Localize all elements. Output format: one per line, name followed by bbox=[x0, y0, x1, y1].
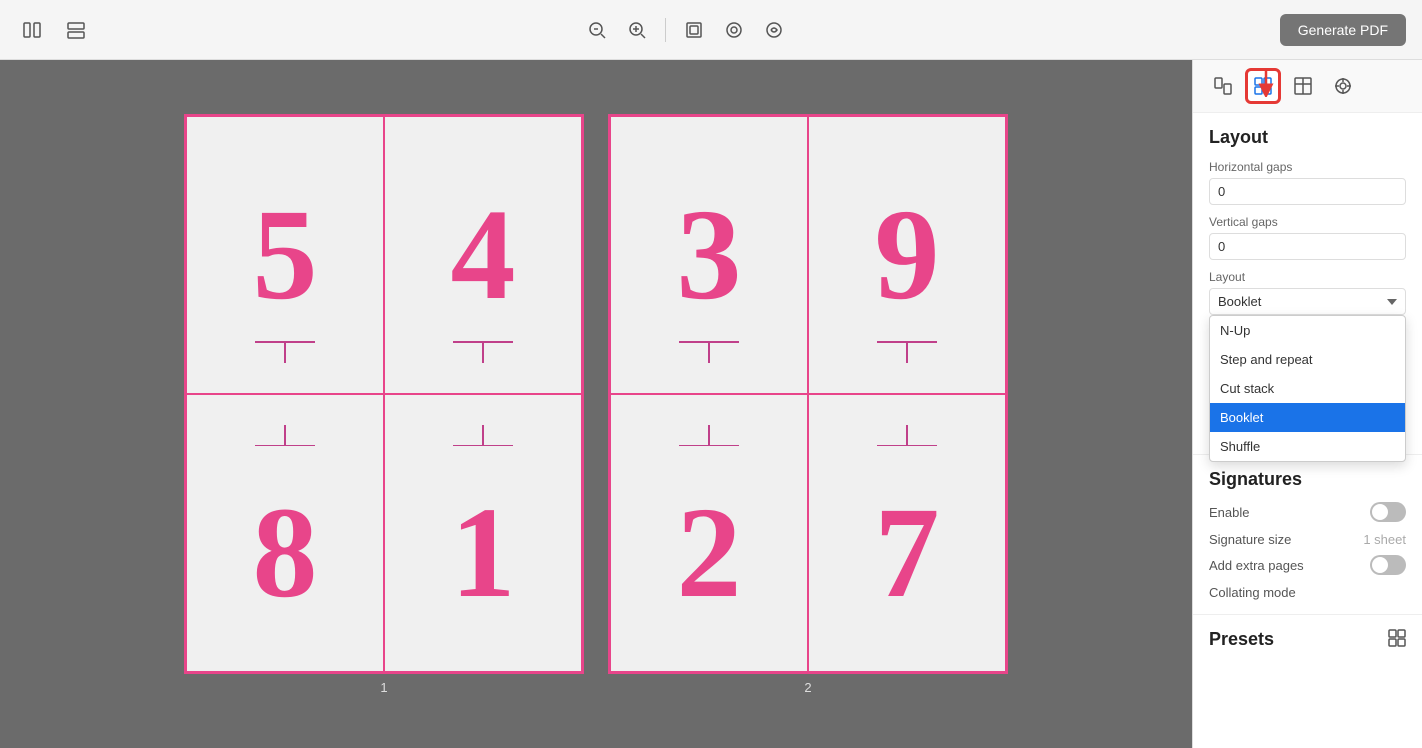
option-cut-stack[interactable]: Cut stack bbox=[1210, 374, 1405, 403]
cut-mark-bottom-3 bbox=[679, 341, 739, 363]
layout-section: Layout Horizontal gaps Vertical gaps Lay… bbox=[1193, 113, 1422, 455]
option-booklet[interactable]: Booklet bbox=[1210, 403, 1405, 432]
horiz-gaps-label: Horizontal gaps bbox=[1209, 160, 1406, 174]
cut-mark-bottom bbox=[255, 341, 315, 363]
presets-title: Presets bbox=[1209, 629, 1274, 650]
signature-size-row: Signature size 1 sheet bbox=[1209, 532, 1406, 547]
toolbar-left bbox=[16, 14, 92, 46]
tab-marks[interactable] bbox=[1325, 68, 1361, 104]
zoom-out-button[interactable] bbox=[581, 14, 613, 46]
cut-mark-top-1 bbox=[255, 425, 315, 447]
extra-pages-toggle[interactable] bbox=[1370, 555, 1406, 575]
cell-1-top-left: 5 bbox=[186, 116, 384, 394]
cell-1-top-right: 4 bbox=[384, 116, 582, 394]
signatures-title: Signatures bbox=[1209, 469, 1406, 490]
page-num-9: 9 bbox=[875, 190, 940, 320]
page-num-7: 7 bbox=[875, 488, 940, 618]
zoom-in-button[interactable] bbox=[621, 14, 653, 46]
page-2: 3 9 bbox=[608, 114, 1008, 674]
toolbar-right: Generate PDF bbox=[1280, 14, 1406, 46]
layout-dropdown-trigger[interactable]: Booklet bbox=[1209, 288, 1406, 315]
cell-2-bottom-left: 2 bbox=[610, 394, 808, 672]
signatures-section: Signatures Enable Signature size 1 sheet… bbox=[1193, 455, 1422, 615]
horiz-gaps-input[interactable] bbox=[1209, 178, 1406, 205]
rows-icon-button[interactable] bbox=[60, 14, 92, 46]
page-1: 5 4 bbox=[184, 114, 584, 674]
columns-icon-button[interactable] bbox=[16, 14, 48, 46]
zoom-reset-button[interactable] bbox=[758, 14, 790, 46]
presets-grid-button[interactable] bbox=[1388, 629, 1406, 650]
layout-dropdown-menu: N-Up Step and repeat Cut stack Booklet S… bbox=[1209, 315, 1406, 462]
presets-header: Presets bbox=[1209, 629, 1406, 650]
collating-mode-label: Collating mode bbox=[1209, 585, 1406, 600]
page-wrapper-1: 5 4 bbox=[184, 114, 584, 695]
layout-title: Layout bbox=[1209, 127, 1406, 148]
panel-tabs bbox=[1193, 60, 1422, 113]
presets-section: Presets bbox=[1193, 615, 1422, 664]
extra-pages-label: Add extra pages bbox=[1209, 558, 1304, 573]
page-label-2: 2 bbox=[804, 680, 811, 695]
cut-mark-bottom-4 bbox=[877, 341, 937, 363]
page-num-5: 5 bbox=[253, 190, 318, 320]
signatures-enable-label: Enable bbox=[1209, 505, 1249, 520]
pages-container: 5 4 bbox=[184, 114, 1008, 695]
layout-dropdown-container: Booklet N-Up Step and repeat Cut stack B… bbox=[1209, 288, 1406, 315]
cell-2-top-left: 3 bbox=[610, 116, 808, 394]
toolbar: Generate PDF bbox=[0, 0, 1422, 60]
toolbar-center bbox=[100, 14, 1272, 46]
canvas-area: 5 4 bbox=[0, 60, 1192, 748]
page-num-4: 4 bbox=[451, 190, 516, 320]
cut-mark-top-2 bbox=[453, 425, 513, 447]
tab-layout[interactable] bbox=[1245, 68, 1281, 104]
page-num-1: 1 bbox=[451, 488, 516, 618]
cut-mark-top-3 bbox=[679, 425, 739, 447]
sig-size-label: Signature size bbox=[1209, 532, 1291, 547]
main-area: 5 4 bbox=[0, 60, 1422, 748]
cell-1-bottom-left: 8 bbox=[186, 394, 384, 672]
vert-gaps-label: Vertical gaps bbox=[1209, 215, 1406, 229]
cut-mark-top-4 bbox=[877, 425, 937, 447]
fit-width-button[interactable] bbox=[718, 14, 750, 46]
option-step-repeat[interactable]: Step and repeat bbox=[1210, 345, 1405, 374]
fit-page-button[interactable] bbox=[678, 14, 710, 46]
signatures-enable-row: Enable bbox=[1209, 502, 1406, 522]
generate-pdf-button[interactable]: Generate PDF bbox=[1280, 14, 1406, 46]
cell-2-bottom-right: 7 bbox=[808, 394, 1006, 672]
cell-1-bottom-right: 1 bbox=[384, 394, 582, 672]
tab-imposition-2[interactable] bbox=[1285, 68, 1321, 104]
option-shuffle[interactable]: Shuffle bbox=[1210, 432, 1405, 461]
page-num-2: 2 bbox=[677, 488, 742, 618]
layout-selected-value: Booklet bbox=[1218, 294, 1261, 309]
tab-imposition-1[interactable] bbox=[1205, 68, 1241, 104]
vert-gaps-input[interactable] bbox=[1209, 233, 1406, 260]
layout-type-label: Layout bbox=[1209, 270, 1406, 284]
toolbar-divider bbox=[665, 18, 666, 42]
option-nup[interactable]: N-Up bbox=[1210, 316, 1405, 345]
cut-mark-bottom-2 bbox=[453, 341, 513, 363]
page-label-1: 1 bbox=[380, 680, 387, 695]
page-num-8: 8 bbox=[253, 488, 318, 618]
page-wrapper-2: 3 9 bbox=[608, 114, 1008, 695]
page-num-3: 3 bbox=[677, 190, 742, 320]
sig-size-value: 1 sheet bbox=[1363, 532, 1406, 547]
right-panel: Layout Horizontal gaps Vertical gaps Lay… bbox=[1192, 60, 1422, 748]
extra-pages-row: Add extra pages bbox=[1209, 555, 1406, 575]
signatures-enable-toggle[interactable] bbox=[1370, 502, 1406, 522]
cell-2-top-right: 9 bbox=[808, 116, 1006, 394]
